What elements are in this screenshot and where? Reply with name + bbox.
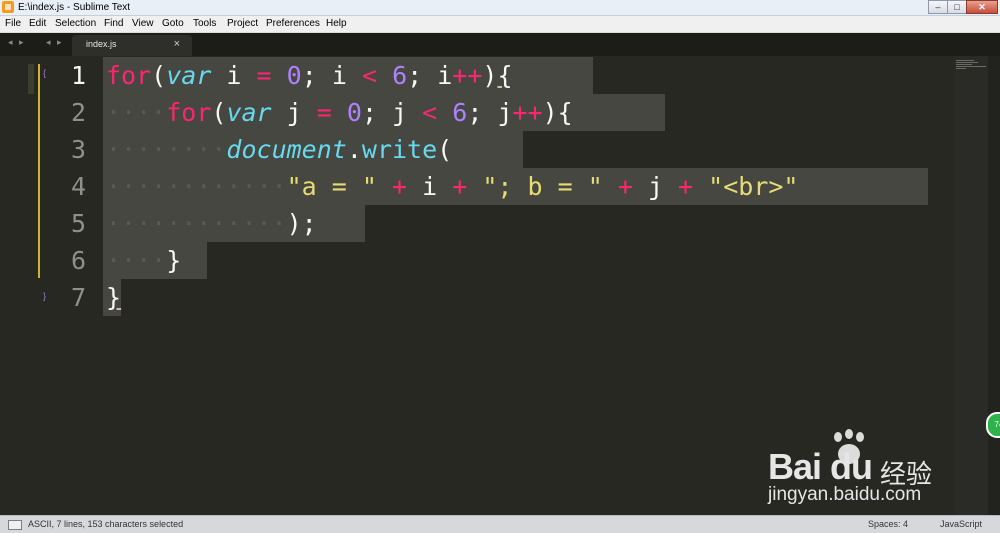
history-nav-arrows[interactable]: ◂ ▸	[8, 37, 26, 48]
code-line-7[interactable]: }	[106, 279, 121, 316]
floating-badge[interactable]: 74	[986, 412, 1000, 438]
line-number: 1	[70, 61, 86, 90]
close-window-button[interactable]: ✕	[966, 0, 998, 14]
tab-bar: ◂ ▸ ◂ ▸ index.js ×	[0, 33, 1000, 56]
status-indentation[interactable]: Spaces: 4	[868, 518, 908, 530]
menu-bar: File Edit Selection Find View Goto Tools…	[0, 16, 1000, 33]
code-line-5[interactable]: ············);	[106, 205, 317, 242]
minimap-line	[956, 68, 966, 69]
line-number: 4	[70, 172, 86, 201]
line-number: 5	[70, 209, 86, 238]
fold-marker-close[interactable]: }	[43, 291, 46, 301]
watermark-url: jingyan.baidu.com	[768, 484, 922, 505]
status-syntax[interactable]: JavaScript	[940, 518, 982, 530]
maximize-icon: □	[954, 2, 960, 12]
code-line-6[interactable]: ····}	[106, 242, 181, 279]
fold-marker-open[interactable]: {	[43, 68, 46, 78]
tab-close-icon[interactable]: ×	[174, 38, 180, 50]
title-bar: E:\index.js - Sublime Text – □ ✕	[0, 0, 1000, 16]
menu-preferences[interactable]: Preferences	[266, 17, 320, 31]
menu-tools[interactable]: Tools	[193, 17, 216, 31]
close-icon: ✕	[978, 2, 986, 12]
menu-help[interactable]: Help	[326, 17, 347, 31]
menu-file[interactable]: File	[5, 17, 21, 31]
sublime-app-icon	[2, 1, 14, 13]
line-number: 7	[70, 283, 86, 312]
minimap-line	[956, 62, 978, 63]
watermark-brand: Bai du	[768, 446, 873, 487]
menu-edit[interactable]: Edit	[29, 17, 46, 31]
code-line-3[interactable]: ········document.write(	[106, 131, 452, 168]
menu-project[interactable]: Project	[227, 17, 258, 31]
menu-selection[interactable]: Selection	[55, 17, 96, 31]
status-selection-info: ASCII, 7 lines, 153 characters selected	[28, 519, 184, 529]
minimize-icon: –	[935, 2, 941, 12]
code-line-2[interactable]: ····for(var j = 0; j < 6; j++){	[106, 94, 573, 131]
minimap-line	[956, 60, 974, 61]
menu-view[interactable]: View	[132, 17, 154, 31]
line-number: 2	[70, 98, 86, 127]
minimize-button[interactable]: –	[928, 0, 948, 14]
menu-find[interactable]: Find	[104, 17, 123, 31]
code-line-4[interactable]: ············"a = " + i + "; b = " + j + …	[106, 168, 798, 205]
tab-nav-arrows[interactable]: ◂ ▸	[46, 37, 64, 48]
code-line-1[interactable]: for(var i = 0; i < 6; i++){	[106, 57, 513, 94]
panel-toggle-icon[interactable]	[8, 520, 22, 530]
line-number: 6	[70, 246, 86, 275]
current-line-gutter	[28, 64, 34, 94]
tab-label: index.js	[86, 39, 117, 49]
modified-lines-bar	[38, 64, 40, 278]
status-bar: ASCII, 7 lines, 153 characters selected …	[0, 515, 1000, 533]
line-number: 3	[70, 135, 86, 164]
maximize-button[interactable]: □	[947, 0, 967, 14]
tab-index-js[interactable]: index.js ×	[72, 35, 192, 56]
vertical-scrollbar[interactable]	[988, 56, 1000, 515]
menu-goto[interactable]: Goto	[162, 17, 184, 31]
minimap-line	[956, 66, 986, 67]
minimap-line	[956, 64, 972, 65]
window-title: E:\index.js - Sublime Text	[18, 2, 131, 13]
baidu-watermark: Bai du 经验 jingyan.baidu.com	[768, 429, 968, 512]
